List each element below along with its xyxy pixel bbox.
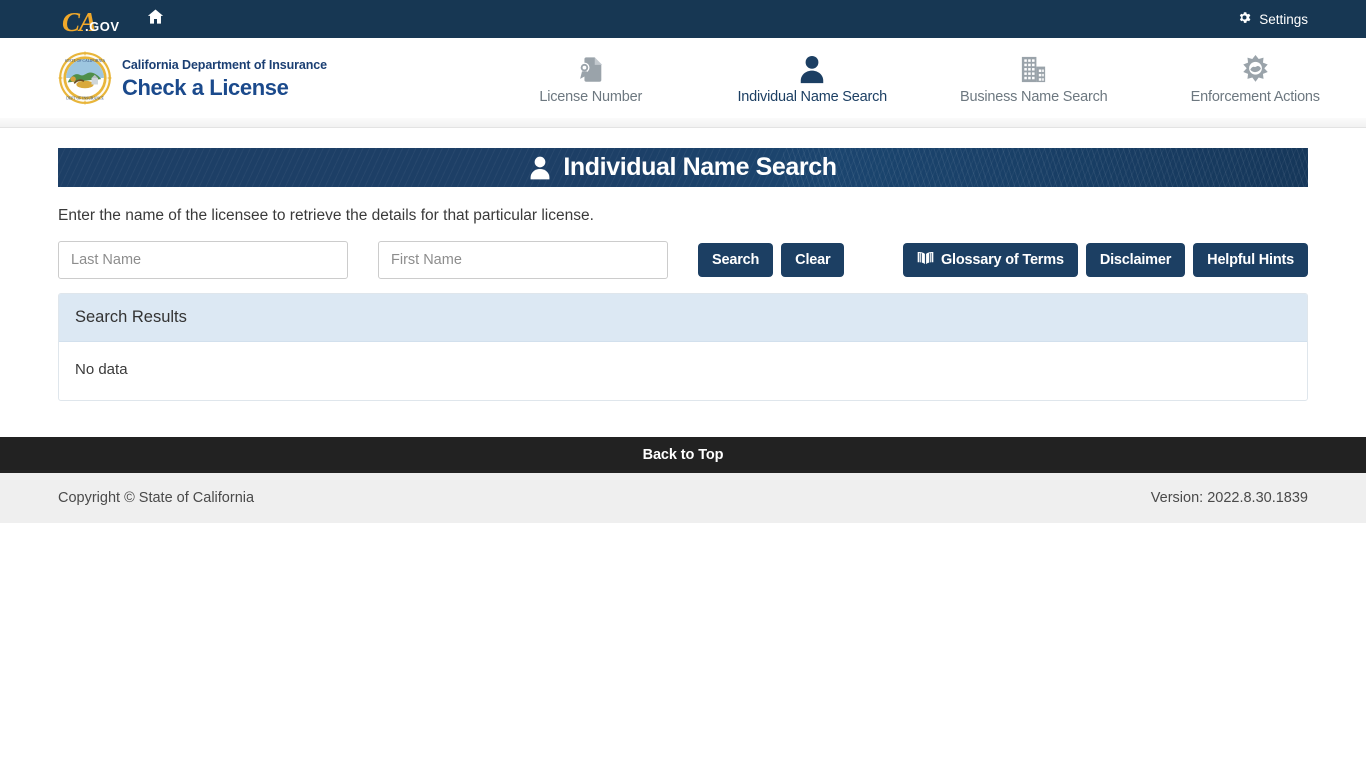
copyright-text: Copyright © State of California [58,490,255,506]
search-button[interactable]: Search [698,243,774,277]
home-button[interactable] [144,7,168,31]
nav-label: License Number [539,89,643,105]
ca-gov-topbar: CA .GOV Settings [0,0,1366,38]
open-book-icon [917,251,934,269]
nav-label: Business Name Search [959,89,1108,105]
cdi-department-name: California Department of Insurance [122,57,327,72]
svg-text:DEPT OF INSURANCE: DEPT OF INSURANCE [66,97,104,101]
license-document-icon [576,51,606,85]
settings-button[interactable]: Settings [1237,10,1308,28]
primary-nav: License Number Individual Name Search Bu… [480,38,1366,118]
intro-text: Enter the name of the licensee to retrie… [58,207,594,224]
nav-separator [0,118,1366,128]
helpful-hints-button[interactable]: Helpful Hints [1193,243,1308,277]
back-to-top-button[interactable]: Back to Top [0,437,1366,473]
settings-label: Settings [1259,11,1308,27]
search-form: Search Clear Glo [58,241,1308,279]
last-name-input[interactable] [58,241,348,279]
nav-label: Enforcement Actions [1190,89,1320,105]
nav-item-enforcement-actions[interactable]: Enforcement Actions [1145,38,1366,118]
ca-gov-logo[interactable]: CA .GOV [62,4,120,36]
glossary-label: Glossary of Terms [940,252,1064,268]
search-results-panel: Search Results No data [58,293,1308,401]
glossary-of-terms-button[interactable]: Glossary of Terms [902,243,1078,277]
search-results-empty-message: No data [75,361,128,378]
disclaimer-button[interactable]: Disclaimer [1085,243,1186,277]
ca-gov-logo-suffix: .GOV [85,19,120,34]
version-text: Version: 2022.8.30.1839 [1150,490,1308,506]
gear-icon [1237,10,1252,28]
page-title: Individual Name Search [563,153,837,181]
nav-item-business-name-search[interactable]: Business Name Search [923,38,1145,118]
cdi-nav-band: STATE OF CALIFORNIA DEPT OF INSURANCE Ca… [0,38,1366,118]
cdi-app-title: Check a License [122,74,289,100]
nav-label: Individual Name Search [737,89,888,105]
svg-text:STATE OF CALIFORNIA: STATE OF CALIFORNIA [65,59,106,63]
first-name-input[interactable] [378,241,668,279]
cdi-brand[interactable]: STATE OF CALIFORNIA DEPT OF INSURANCE Ca… [58,51,327,105]
buildings-icon [1018,51,1049,85]
person-icon [529,155,551,181]
page-content: Individual Name Search Enter the name of… [0,148,1366,401]
person-icon [799,51,825,85]
page-banner: Individual Name Search [58,148,1308,187]
footer: Copyright © State of California Version:… [0,473,1366,523]
nav-item-license-number[interactable]: License Number [480,38,702,118]
nav-item-individual-name-search[interactable]: Individual Name Search [702,38,924,118]
california-state-seal-icon: STATE OF CALIFORNIA DEPT OF INSURANCE [58,51,112,105]
clear-button[interactable]: Clear [781,243,845,277]
police-badge-star-icon [1240,51,1271,85]
help-actions: Glossary of Terms Disclaimer Helpful Hin… [902,243,1308,277]
search-actions: Search Clear [698,243,845,277]
cdi-brand-text: California Department of Insurance Check… [122,56,327,101]
search-results-heading: Search Results [59,294,1307,342]
home-icon [146,7,165,31]
